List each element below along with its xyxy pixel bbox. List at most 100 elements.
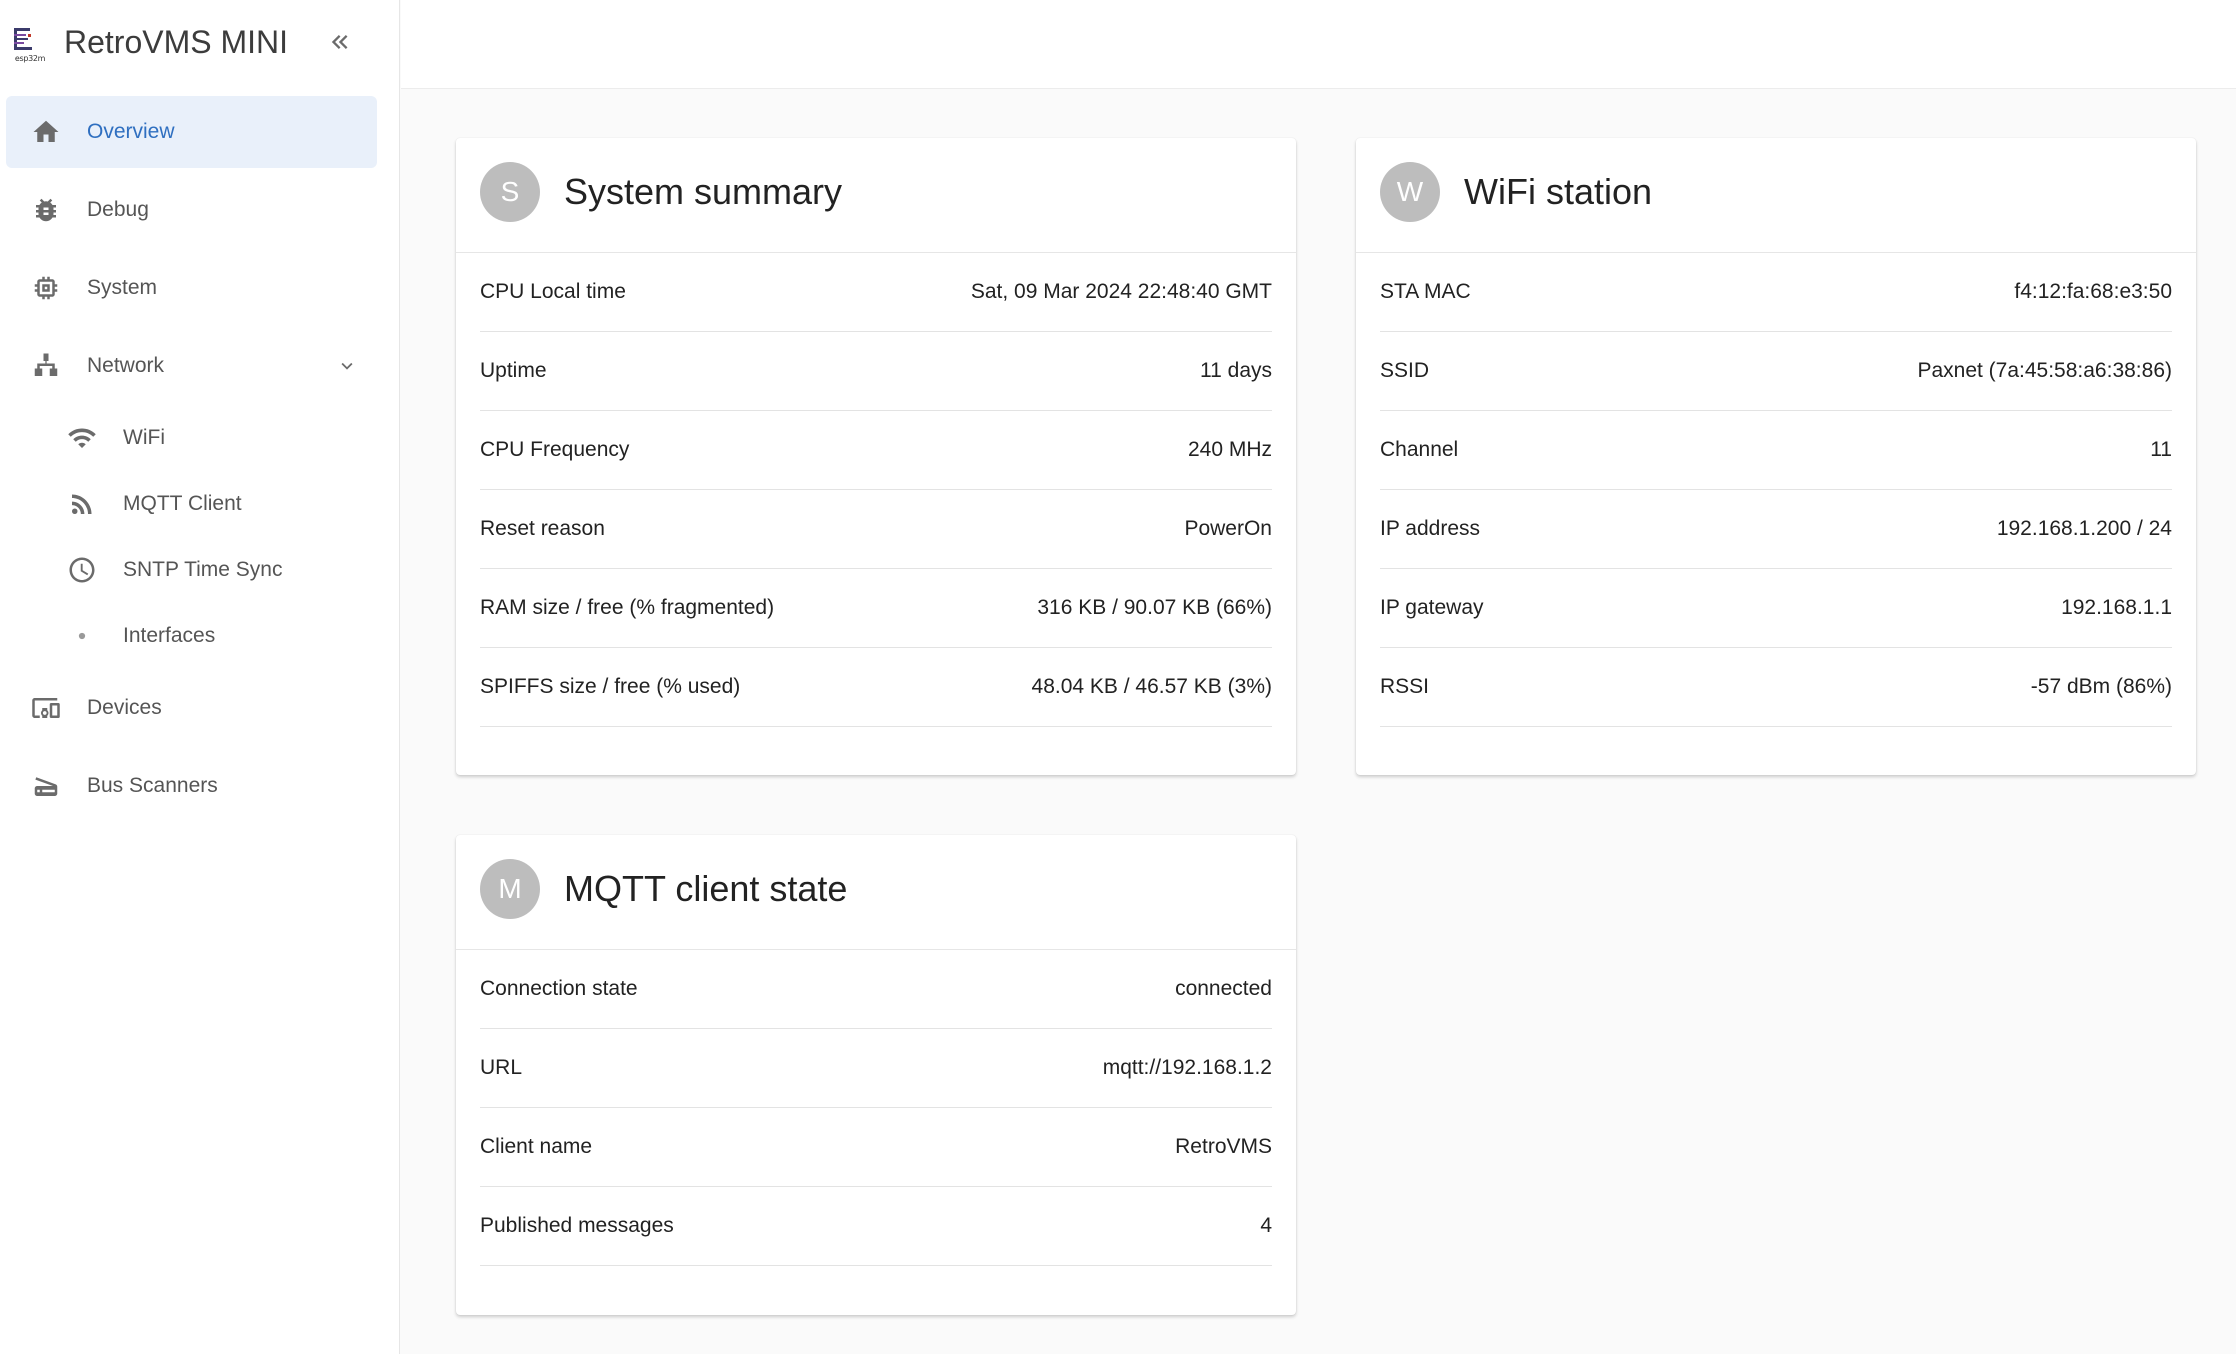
- row-value: 11 days: [1200, 359, 1272, 382]
- sidebar-item-label: System: [87, 276, 158, 299]
- row-key: RAM size / free (% fragmented): [480, 596, 775, 619]
- table-row: STA MAC f4:12:fa:68:e3:50: [1380, 253, 2172, 332]
- row-value: f4:12:fa:68:e3:50: [2014, 280, 2172, 303]
- table-row: Published messages 4: [480, 1187, 1272, 1266]
- row-value: 11: [2150, 438, 2172, 461]
- bug-icon: [30, 194, 62, 226]
- row-value: -57 dBm (86%): [2030, 675, 2172, 698]
- card-title: WiFi station: [1464, 171, 1653, 212]
- sidebar-item-label: Bus Scanners: [87, 774, 218, 797]
- table-row: IP gateway 192.168.1.1: [1380, 569, 2172, 648]
- table-row: Channel 11: [1380, 411, 2172, 490]
- clock-icon: [66, 554, 98, 586]
- sidebar-item-sntp-time-sync[interactable]: SNTP Time Sync: [6, 540, 377, 600]
- row-value: 4: [1260, 1214, 1272, 1237]
- card-title: System summary: [564, 171, 843, 212]
- devices-icon: [30, 692, 62, 724]
- brand-header: esp32m RetroVMS MINI: [0, 0, 400, 84]
- card-header: S System summary: [456, 138, 1296, 253]
- row-value: 192.168.1.1: [2061, 596, 2172, 619]
- row-key: Connection state: [480, 977, 638, 1000]
- sidebar-item-overview[interactable]: Overview: [6, 96, 377, 168]
- sidebar-item-label: WiFi: [123, 426, 165, 449]
- row-key: STA MAC: [1380, 280, 1471, 303]
- sidebar-item-system[interactable]: System: [6, 252, 377, 324]
- row-key: CPU Frequency: [480, 438, 630, 461]
- wifi-station-card: W WiFi station STA MAC f4:12:fa:68:e3:50 …: [1356, 138, 2196, 775]
- top-app-bar: [401, 0, 2236, 89]
- mqtt-client-state-card: M MQTT client state Connection state conn…: [456, 835, 1296, 1315]
- card-title: MQTT client state: [564, 868, 848, 909]
- table-row: Reset reason PowerOn: [480, 490, 1272, 569]
- row-key: SPIFFS size / free (% used): [480, 675, 741, 698]
- avatar: W: [1380, 162, 1440, 222]
- avatar: M: [480, 859, 540, 919]
- row-key: CPU Local time: [480, 280, 626, 303]
- sidebar-item-label: SNTP Time Sync: [123, 558, 283, 581]
- row-value: 240 MHz: [1187, 438, 1272, 461]
- table-row: RAM size / free (% fragmented) 316 KB / 9…: [480, 569, 1272, 648]
- row-key: IP gateway: [1380, 596, 1484, 619]
- sidebar-item-label: MQTT Client: [123, 492, 242, 515]
- row-value: 48.04 KB / 46.57 KB (3%): [1031, 675, 1272, 698]
- row-key: SSID: [1380, 359, 1430, 382]
- property-list: STA MAC f4:12:fa:68:e3:50 SSID Paxnet (7a:…: [1356, 253, 2196, 751]
- row-key: URL: [480, 1056, 523, 1079]
- card-header: W WiFi station: [1356, 138, 2196, 253]
- avatar: S: [480, 162, 540, 222]
- row-value: Sat, 09 Mar 2024 22:48:40 GMT: [970, 280, 1272, 303]
- collapse-sidebar-button[interactable]: [320, 20, 360, 64]
- row-value: 192.168.1.200 / 24: [1996, 517, 2172, 540]
- table-row: SSID Paxnet (7a:45:58:a6:38:86): [1380, 332, 2172, 411]
- system-summary-card: S System summary CPU Local time Sat, 09 M…: [456, 138, 1296, 775]
- home-icon: [30, 116, 62, 148]
- sidebar-item-devices[interactable]: Devices: [6, 672, 377, 744]
- scanner-icon: [30, 770, 62, 802]
- double-chevron-left-icon: [331, 35, 348, 49]
- sidebar-item-debug[interactable]: Debug: [6, 174, 377, 246]
- sidebar-item-interfaces[interactable]: Interfaces: [6, 606, 377, 666]
- row-key: IP address: [1380, 517, 1481, 540]
- sidebar-item-mqtt-client[interactable]: MQTT Client: [6, 474, 377, 534]
- row-key: Published messages: [480, 1214, 674, 1237]
- table-row: CPU Frequency 240 MHz: [480, 411, 1272, 490]
- row-key: Reset reason: [480, 517, 605, 540]
- table-row: CPU Local time Sat, 09 Mar 2024 22:48:40 …: [480, 253, 1272, 332]
- table-row: IP address 192.168.1.200 / 24: [1380, 490, 2172, 569]
- row-key: RSSI: [1380, 675, 1430, 698]
- sidebar-item-label: Network: [87, 354, 165, 377]
- sidebar-item-bus-scanners[interactable]: Bus Scanners: [6, 750, 377, 822]
- cpu-icon: [30, 272, 62, 304]
- row-value: 316 KB / 90.07 KB (66%): [1037, 596, 1272, 619]
- sidebar-item-wifi[interactable]: WiFi: [6, 408, 377, 468]
- row-value: Paxnet (7a:45:58:a6:38:86): [1917, 359, 2172, 382]
- app-logo: esp32m: [12, 26, 48, 66]
- table-row: SPIFFS size / free (% used) 48.04 KB / 46…: [480, 648, 1272, 727]
- wifi-icon: [66, 422, 98, 454]
- row-value: connected: [1175, 977, 1272, 1000]
- sidebar-item-label: Debug: [87, 198, 149, 221]
- chevron-down-icon[interactable]: [335, 354, 359, 378]
- app-title: RetroVMS MINI: [64, 24, 289, 60]
- row-key: Channel: [1380, 438, 1459, 461]
- table-row: Client name RetroVMS: [480, 1108, 1272, 1187]
- sidebar: esp32m RetroVMS MINI Overview Debug Syst…: [0, 0, 400, 1354]
- sidebar-item-network[interactable]: Network: [6, 330, 377, 402]
- table-row: RSSI -57 dBm (86%): [1380, 648, 2172, 727]
- table-row: Uptime 11 days: [480, 332, 1272, 411]
- row-key: Client name: [480, 1135, 593, 1158]
- sidebar-item-label: Devices: [87, 696, 162, 719]
- table-row: Connection state connected: [480, 950, 1272, 1029]
- logo-text: esp32m: [14, 54, 46, 63]
- network-icon: [30, 350, 62, 382]
- sidebar-item-label: Interfaces: [123, 624, 216, 647]
- property-list: CPU Local time Sat, 09 Mar 2024 22:48:40 …: [456, 253, 1296, 751]
- row-value: PowerOn: [1184, 517, 1272, 540]
- row-key: Uptime: [480, 359, 547, 382]
- rss-icon: [66, 488, 98, 520]
- row-value: RetroVMS: [1175, 1135, 1272, 1158]
- sidebar-item-label: Overview: [87, 120, 175, 143]
- table-row: URL mqtt://192.168.1.2: [480, 1029, 1272, 1108]
- dot-icon: [66, 620, 98, 652]
- row-value: mqtt://192.168.1.2: [1102, 1056, 1272, 1079]
